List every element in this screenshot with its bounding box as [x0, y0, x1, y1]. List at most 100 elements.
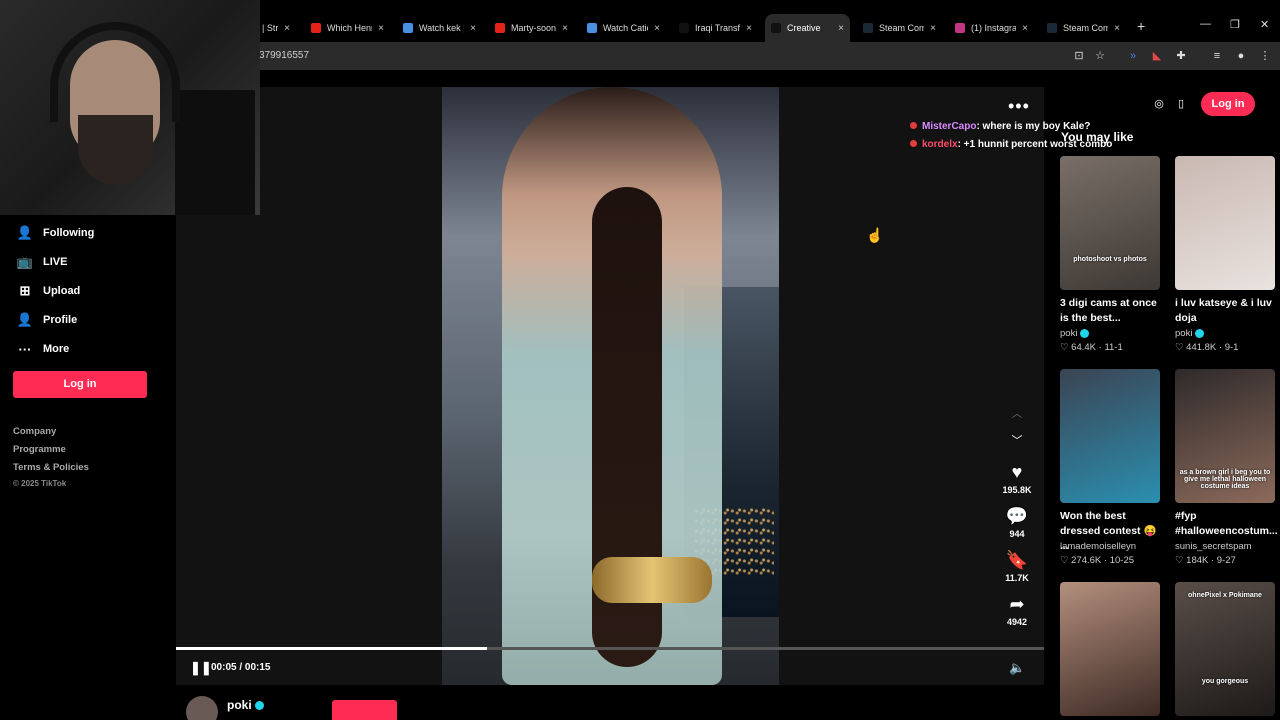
playback-time: 00:05 / 00:15 [211, 662, 271, 673]
author-name-text: poki [227, 698, 252, 712]
sidebar-item-profile[interactable]: 👤 Profile [16, 309, 77, 331]
top-login-button[interactable]: Log in [1201, 92, 1255, 116]
like-count: 184K [1186, 555, 1209, 566]
browser-tab[interactable]: Which Henry × [305, 14, 390, 42]
compass-icon[interactable]: ◎ [1150, 95, 1168, 113]
sidebar-item-more[interactable]: ··· More [16, 338, 70, 360]
video-frame[interactable] [442, 87, 779, 685]
bookmark-button[interactable]: 🔖 11.7K [995, 549, 1039, 583]
recommendation-author[interactable]: lamademoiselleyn [1060, 541, 1136, 552]
sidebar-login-button[interactable]: Log in [13, 371, 147, 398]
streamer-beard [78, 115, 153, 185]
bookmark-icon: 🔖 [1005, 550, 1029, 570]
like-count: 64.4K [1071, 342, 1096, 353]
url-text[interactable]: 379916557 [259, 50, 309, 61]
tab-close-icon[interactable]: × [930, 23, 936, 34]
follow-button[interactable] [332, 700, 397, 720]
action-count: 4942 [1006, 617, 1028, 627]
close-window-icon[interactable]: ✕ [1260, 18, 1269, 31]
browser-tab[interactable]: Iraqi Transfo × [673, 14, 758, 42]
tab-favicon-icon [587, 23, 597, 33]
tab-close-icon[interactable]: × [378, 23, 384, 34]
volume-icon[interactable]: 🔈 [1009, 660, 1025, 676]
recommendation-meta: ♡ 184K · 9-27 [1175, 555, 1236, 566]
comment-button[interactable]: 💬 944 [995, 505, 1039, 539]
upload-icon: ⊞ [19, 283, 31, 298]
tab-close-icon[interactable]: × [1114, 23, 1120, 34]
footer-link-terms[interactable]: Terms & Policies [13, 462, 89, 473]
more-options-icon[interactable]: ••• [1008, 96, 1030, 117]
recommendation-thumbnail[interactable]: as a brown girl i beg you to give me let… [1175, 369, 1275, 503]
sidebar-item-label: Upload [43, 285, 81, 297]
recommendation-thumbnail[interactable] [1175, 156, 1275, 290]
progress-track[interactable] [176, 647, 1044, 650]
headset-icon [50, 22, 180, 122]
tab-close-icon[interactable]: × [284, 23, 290, 34]
extensions-icon[interactable]: ✚ [1173, 48, 1189, 64]
recommendation-author[interactable]: poki [1175, 328, 1205, 339]
chair-shape [175, 90, 255, 215]
recommendation-thumbnail[interactable]: photoshoot vs photos [1060, 156, 1160, 290]
sidebar-item-label: LIVE [43, 256, 68, 268]
restore-icon[interactable]: ❐ [1230, 18, 1240, 31]
footer-link-programme[interactable]: Programme [13, 444, 66, 455]
browser-tab[interactable]: Steam Comm × [857, 14, 942, 42]
extension-red-icon[interactable]: ◣ [1149, 48, 1165, 64]
tab-close-icon[interactable]: × [746, 23, 752, 34]
sidebar-item-live[interactable]: 📺 LIVE [16, 251, 68, 273]
phone-icon[interactable]: ▯ [1172, 95, 1190, 113]
previous-video-icon[interactable]: ︿ [1009, 405, 1025, 421]
tab-label: Which Henry [327, 23, 372, 33]
recommendation-thumbnail[interactable]: ohnePixel x Pokimane you gorgeous [1175, 582, 1275, 716]
footer-link-company[interactable]: Company [13, 426, 56, 437]
browser-tab[interactable]: | Stre × [256, 14, 296, 42]
recommendation-title[interactable]: 3 digi cams at once is the best... [1060, 296, 1168, 326]
tab-label: Steam Comm [1063, 23, 1109, 33]
action-count: 944 [1009, 529, 1025, 539]
profile-avatar-icon[interactable]: ● [1233, 48, 1249, 64]
browser-tab[interactable]: Creative × [765, 14, 850, 42]
heart-outline-icon: ♡ [1175, 555, 1187, 566]
tab-label: (1) Instagram [971, 23, 1017, 33]
recommendation-title[interactable]: #fyp #halloweencostum... [1175, 509, 1280, 539]
tab-close-icon[interactable]: × [654, 23, 660, 34]
tab-close-icon[interactable]: × [1022, 23, 1028, 34]
recommendation-title[interactable]: i luv katseye & i luv doja [1175, 296, 1280, 326]
kebab-menu-icon[interactable]: ⋮ [1257, 48, 1273, 64]
install-icon[interactable]: ⊡ [1071, 48, 1087, 64]
browser-tab[interactable]: Watch Catio × [581, 14, 666, 42]
sidebar-item-following[interactable]: 👤 Following [16, 222, 94, 244]
heart-icon: ♥ [1011, 462, 1023, 482]
star-icon[interactable]: ☆ [1092, 48, 1108, 64]
recommendation-meta: ♡ 274.6K · 10-25 [1060, 555, 1134, 566]
recommendation-thumbnail[interactable] [1060, 369, 1160, 503]
translate-icon[interactable]: » [1125, 48, 1141, 64]
screen: | Stre×Which Henry×Watch kek |×Marty-soo… [0, 0, 1280, 720]
browser-tab[interactable]: Marty-sooner × [489, 14, 574, 42]
browser-tab[interactable]: (1) Instagram × [949, 14, 1034, 42]
comment-icon: 💬 [1005, 506, 1029, 526]
action-count: 11.7K [1005, 573, 1029, 583]
sidebar-item-upload[interactable]: ⊞ Upload [16, 280, 81, 302]
tab-close-icon[interactable]: × [838, 23, 844, 34]
action-count: 195.8K [1002, 485, 1032, 495]
next-video-icon[interactable]: ﹀ [1009, 432, 1025, 448]
media-icon[interactable]: ≡ [1209, 48, 1225, 64]
browser-tab[interactable]: Watch kek | × [397, 14, 482, 42]
author-avatar[interactable] [186, 696, 218, 720]
separator: · [1216, 342, 1225, 353]
video-subject-bangle [592, 557, 712, 603]
pause-icon[interactable]: ❚❚ [190, 660, 212, 676]
new-tab-button[interactable]: + [1137, 18, 1145, 34]
browser-tab[interactable]: Steam Comm × [1041, 14, 1126, 42]
tab-close-icon[interactable]: × [562, 23, 568, 34]
recommendation-author[interactable]: poki [1060, 328, 1090, 339]
heart-button[interactable]: ♥ 195.8K [995, 461, 1039, 495]
share-button[interactable]: ➦ 4942 [995, 593, 1039, 627]
minimize-icon[interactable]: — [1200, 18, 1211, 30]
recommendation-thumbnail[interactable] [1060, 582, 1160, 716]
tab-close-icon[interactable]: × [470, 23, 476, 34]
recommendation-author[interactable]: sunis_secretspam [1175, 541, 1252, 552]
author-name[interactable]: poki [227, 698, 264, 712]
heart-outline-icon: ♡ [1060, 555, 1072, 566]
